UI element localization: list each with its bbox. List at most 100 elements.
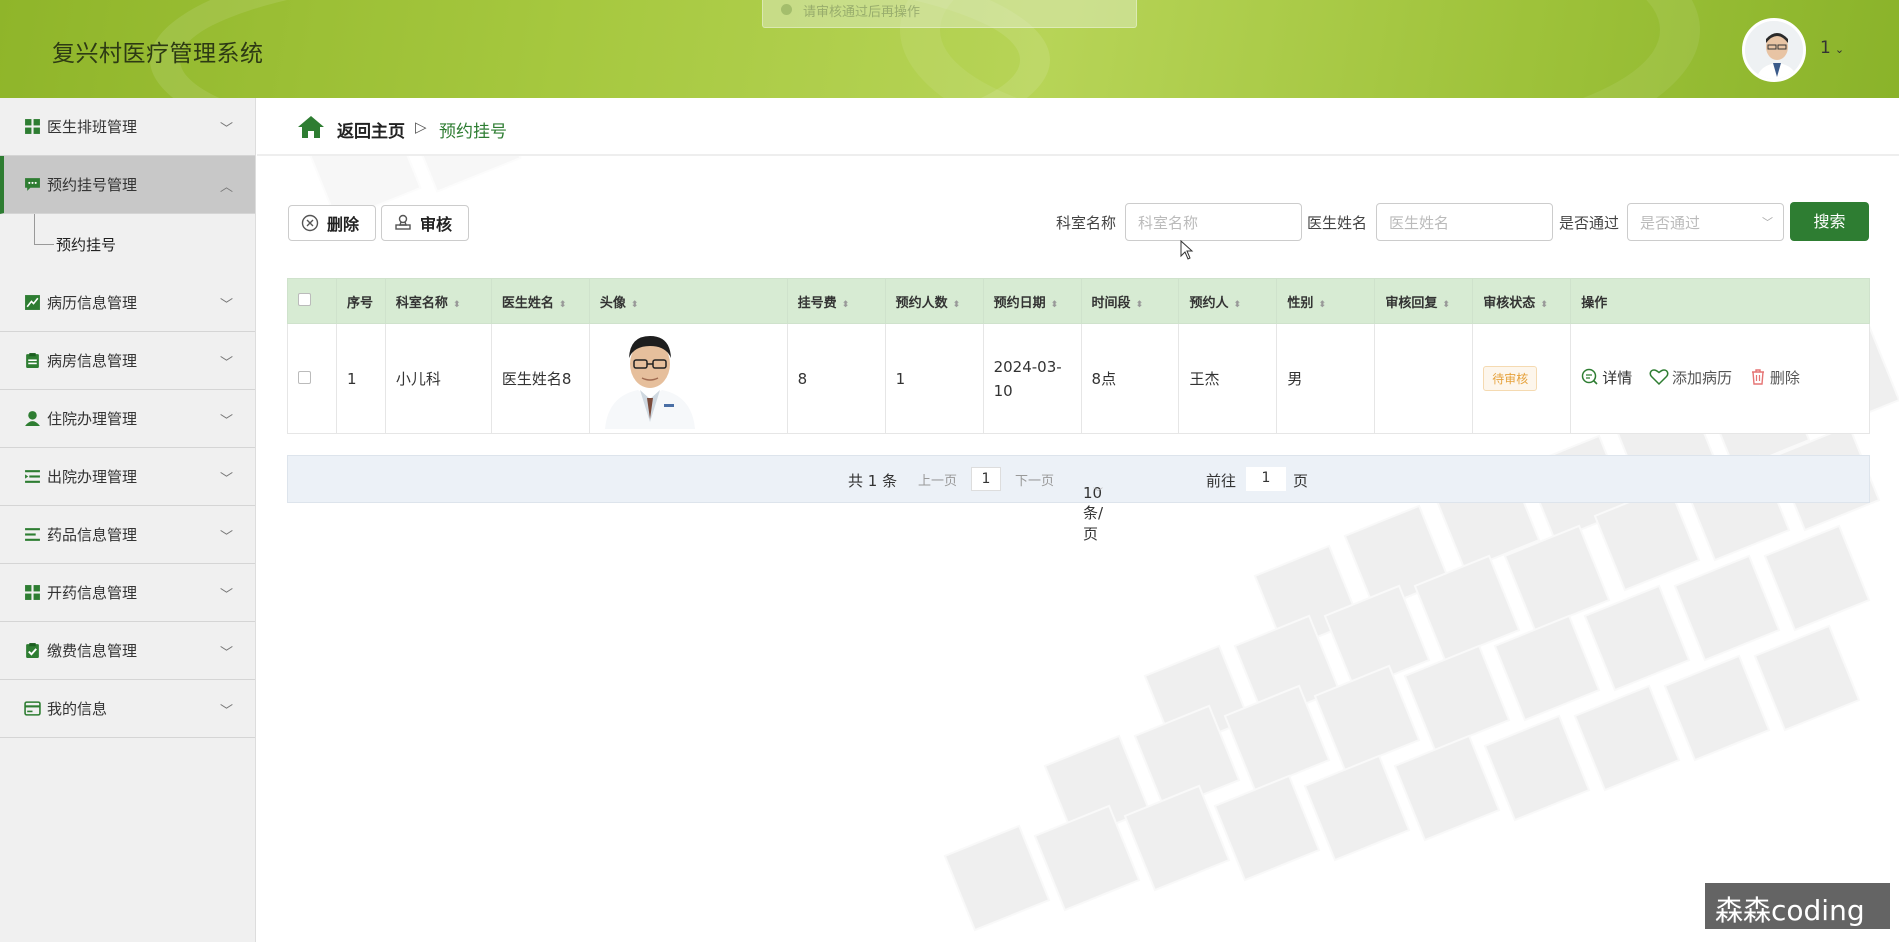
column-header[interactable]: 科室名称 ⬍ [384,278,492,324]
chevron-down-icon: ﹀ [219,704,233,719]
column-header[interactable]: 挂号费 ⬍ [786,278,886,324]
cell-index: 1 [335,323,386,434]
chevron-up-icon: ︿ [219,180,233,195]
trash-icon [1751,369,1764,385]
cursor-icon [1180,240,1194,260]
column-header[interactable]: 预约日期 ⬍ [982,278,1082,324]
sort-icon[interactable]: ⬍ [631,300,639,310]
dept-search-input[interactable]: 科室名称 [1125,203,1302,241]
sidebar-item-prescription[interactable]: 开药信息管理 ﹀ [0,564,255,622]
toast-text: 请审核通过后再操作 [803,5,921,20]
sidebar-item-admission[interactable]: 住院办理管理 ﹀ [0,390,255,448]
next-page-button[interactable]: 下一页 [1015,470,1054,489]
sort-icon[interactable]: ⬍ [1051,300,1059,310]
doctor-photo[interactable] [599,324,700,429]
column-header[interactable]: 审核状态 ⬍ [1472,278,1572,324]
chevron-down-icon: ﹀ [219,472,233,487]
sidebar-item-ward[interactable]: 病房信息管理 ﹀ [0,332,255,390]
column-header[interactable]: 预约人 ⬍ [1178,278,1278,324]
appointment-table: 序号 科室名称 ⬍ 医生姓名 ⬍ 头像 ⬍ 挂号费 ⬍ 预约人数 ⬍ 预约日期 ⬍ 时间段 ⬍… [287,278,1870,434]
delete-button[interactable]: 删除 [288,205,376,241]
user-avatar[interactable] [1742,18,1806,82]
sidebar-item-payment[interactable]: 缴费信息管理 ﹀ [0,622,255,680]
sort-icon[interactable]: ⬍ [1234,300,1242,310]
sidebar-item-label: 住院办理管理 [47,410,138,428]
sort-icon[interactable]: ⬍ [953,300,961,310]
sidebar-item-label: 病房信息管理 [47,352,138,370]
sidebar-item-appointment[interactable]: 预约挂号管理 ︿ [0,156,255,214]
sidebar-item-doctor-schedule[interactable]: 医生排班管理 ﹀ [0,98,255,156]
chevron-down-icon: ﹀ [1762,216,1773,229]
column-header[interactable]: 医生姓名 ⬍ [490,278,590,324]
chevron-down-icon: ﹀ [219,414,233,429]
user-menu[interactable]: 1 ⌄ [1820,38,1844,58]
column-header[interactable]: 时间段 ⬍ [1080,278,1180,324]
audit-button[interactable]: 审核 [381,205,469,241]
sort-icon[interactable]: ⬍ [842,300,850,310]
sort-icon[interactable]: ⬍ [559,300,567,310]
home-icon[interactable] [297,115,325,139]
add-record-button[interactable]: 添加病历 [1649,367,1732,388]
toast-message: 请审核通过后再操作 [762,0,1137,28]
doctor-search-input[interactable]: 医生姓名 [1376,203,1553,241]
table-header-row: 序号 科室名称 ⬍ 医生姓名 ⬍ 头像 ⬍ 挂号费 ⬍ 预约人数 ⬍ 预约日期 ⬍ 时间段 ⬍… [287,278,1870,324]
goto-page-input[interactable]: 1 [1246,467,1286,491]
detail-button[interactable]: 详情 [1581,367,1632,388]
search-button[interactable]: 搜索 [1790,202,1869,241]
clipboard-check-icon [26,643,39,658]
grid-icon [25,585,40,600]
row-checkbox[interactable] [298,370,311,384]
column-header: 操作 [1570,278,1870,324]
prev-page-button[interactable]: 上一页 [918,470,957,489]
cell-gender: 男 [1276,323,1376,434]
info-dot-icon [781,4,792,15]
row-delete-button[interactable]: 删除 [1749,367,1800,388]
delete-button-label: 删除 [327,215,360,234]
audit-button-label: 审核 [420,215,453,234]
sidebar-item-medicine[interactable]: 药品信息管理 ﹀ [0,506,255,564]
sort-icon[interactable]: ⬍ [1318,300,1326,310]
heart-icon [1649,369,1669,386]
sidebar-subitem-label: 预约挂号 [56,236,117,254]
sidebar-item-label: 病历信息管理 [47,294,138,312]
current-page[interactable]: 1 [971,467,1001,491]
sidebar-item-discharge[interactable]: 出院办理管理 ﹀ [0,448,255,506]
column-header[interactable]: 审核回复 ⬍ [1374,278,1474,324]
chevron-down-icon: ﹀ [1093,488,1103,499]
sidebar-item-my-info[interactable]: 我的信息 ﹀ [0,680,255,738]
sort-icon[interactable]: ⬍ [1540,300,1548,310]
breadcrumb-home-link[interactable]: 返回主页 [337,117,405,142]
sidebar-item-label: 医生排班管理 [47,118,138,136]
app-header: 复兴村医疗管理系统 请审核通过后再操作 1 ⌄ [0,0,1899,98]
sidebar-item-label: 缴费信息管理 [47,642,138,660]
sidebar-subitem-appointment[interactable]: 预约挂号 [0,214,255,274]
chevron-down-icon: ﹀ [219,530,233,545]
doctor-label: 医生姓名 [1307,214,1368,232]
cell-reply [1374,323,1474,434]
app-title: 复兴村医疗管理系统 [52,41,264,67]
column-header[interactable]: 预约人数 ⬍ [884,278,984,324]
close-circle-icon [301,214,319,232]
sidebar-item-medical-record[interactable]: 病历信息管理 ﹀ [0,274,255,332]
breadcrumb: 返回主页 ▷ 预约挂号 [257,98,1899,156]
pass-select[interactable]: 是否通过 ﹀ [1627,203,1784,241]
select-all-checkbox[interactable] [298,292,311,306]
column-header: 序号 [335,278,386,324]
sidebar-item-label: 开药信息管理 [47,584,138,602]
sidebar-item-label: 药品信息管理 [47,526,138,544]
row-select-cell[interactable] [287,323,337,434]
sort-icon[interactable]: ⬍ [1442,300,1450,310]
sidebar-item-label: 预约挂号管理 [47,176,138,194]
sidebar-item-label: 出院办理管理 [47,468,138,486]
column-header[interactable]: 性别 ⬍ [1276,278,1376,324]
detail-icon [1582,369,1598,385]
column-header[interactable]: 头像 ⬍ [588,278,788,324]
cell-dept: 小儿科 [384,323,492,434]
select-all-cell[interactable] [287,278,337,324]
pagination: 共 1 条 上一页 1 下一页 10条/页 ﹀ 前往 1 页 [287,455,1870,543]
sort-icon[interactable]: ⬍ [1136,300,1144,310]
cell-count: 1 [884,323,984,434]
sort-icon[interactable]: ⬍ [453,300,461,310]
grid-icon [25,119,40,134]
card-icon [24,701,41,716]
